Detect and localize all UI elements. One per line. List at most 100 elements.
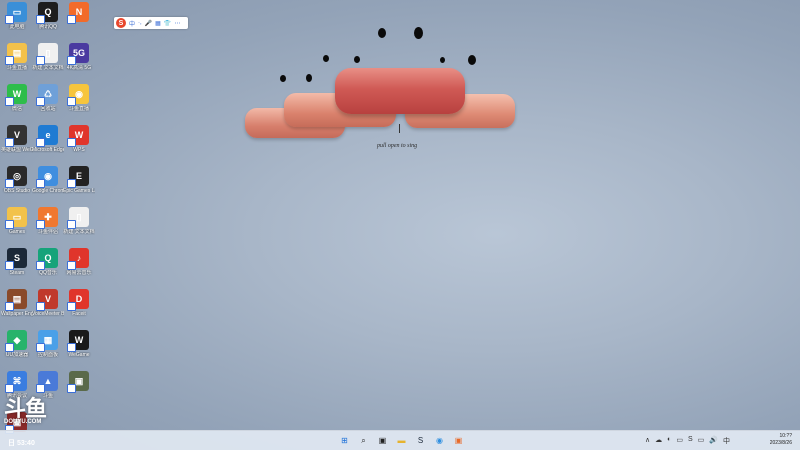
tray-icon[interactable]: ◐ — [667, 436, 671, 446]
desktop-icon-label: 斗鱼直播 — [6, 65, 27, 71]
desktop-icon[interactable]: ▣ — [63, 371, 95, 393]
desktop-icon[interactable]: W WPS — [63, 125, 95, 153]
desktop-icon-image: N — [67, 2, 89, 24]
desktop-icon-image: ▯ — [36, 43, 58, 65]
taskbar-file-explorer-icon[interactable]: ▬ — [395, 434, 408, 447]
mic-icon[interactable]: 🎤 — [145, 20, 152, 27]
desktop-icon-image: ♺ — [36, 84, 58, 106]
taskbar-task-view-icon[interactable]: ▣ — [376, 434, 389, 447]
desktop-icon-image: ◆ — [5, 330, 27, 352]
desktop-icon-label: WeGame — [68, 352, 90, 358]
desktop-icon-image: ⌘ — [5, 371, 27, 393]
skin-icon[interactable]: 👕 — [164, 20, 171, 27]
desktop-icon[interactable]: S Steam — [1, 248, 33, 276]
desktop-icon-label: 微信 — [11, 106, 22, 112]
stream-overlay-text: 日 53:40 — [8, 440, 35, 447]
desktop-icon[interactable]: VVoiceMeeter Banana — [32, 289, 64, 317]
desktop-icon[interactable]: ♺ 回收站 — [32, 84, 64, 112]
desktop-icon-grid: ▭ 此电脑 Q 腾讯QQ N ▤ 斗鱼直播 ▯ 新建 文本文档 5G 4K高清 5G W 微信 ♺ 回收站 ◉… — [0, 0, 100, 434]
mouth-artwork[interactable] — [240, 20, 530, 160]
desktop-icon-label: Games — [8, 229, 26, 235]
pointer-cursor-icon — [399, 124, 400, 133]
desktop-icon-label: 腾讯QQ — [39, 24, 57, 30]
desktop-icon[interactable]: W 微信 — [1, 84, 33, 112]
art-caption: pull open to sing — [377, 143, 418, 149]
taskbar: ⊞ ⌕ ▣ ▬ S ◉ ▣ ∧ ☁ ◐ ▭ S ▭ 🔊 中 10:?? 2023/8/26 日 53:40 — [0, 430, 800, 450]
desktop-icon[interactable]: Q QQ音乐 — [32, 248, 64, 276]
desktop-icon[interactable]: ◎ OBS Studio — [1, 166, 33, 194]
watermark-brand: 斗鱼 — [4, 396, 47, 421]
desktop-icon-image: ◉ — [36, 166, 58, 188]
desktop-icon[interactable]: ▯ 新建 文本文档 — [32, 43, 64, 71]
desktop-icon[interactable]: EEpic Games Launcher — [63, 166, 95, 194]
desktop-icon-label: 新建 文本文档 — [32, 65, 64, 71]
ime-item[interactable]: 中 — [129, 19, 135, 28]
desktop-icon-image: ♪ — [67, 248, 89, 270]
tray-icon[interactable]: ☁ — [655, 436, 662, 446]
taskbar-clock[interactable]: 10:?? 2023/8/26 — [770, 433, 792, 447]
desktop-icon-image: W — [67, 330, 89, 352]
desktop-icon-image: Q — [36, 248, 58, 270]
clock-date: 2023/8/26 — [769, 440, 792, 446]
more-icon[interactable]: ⋯ — [174, 20, 180, 27]
desktop-icon[interactable]: ▭ 此电脑 — [1, 2, 33, 30]
desktop-icon[interactable]: ▲ 斗鱼 — [32, 371, 64, 399]
desktop-icon-image: ✚ — [36, 207, 58, 229]
taskbar-start-icon[interactable]: ⊞ — [338, 434, 351, 447]
tray-icon[interactable]: 中 — [723, 436, 730, 446]
desktop-icon[interactable]: W WeGame — [63, 330, 95, 358]
desktop-icon[interactable]: Q 腾讯QQ — [32, 2, 64, 30]
desktop-icon[interactable]: ▤ 斗鱼直播 — [1, 43, 33, 71]
desktop-icon[interactable]: ▭ Games — [1, 207, 33, 235]
tray-icon[interactable]: 🔊 — [709, 436, 718, 446]
keyboard-icon[interactable]: ▦ — [155, 20, 161, 27]
desktop-icon-label: Microsoft Edge — [32, 147, 64, 153]
ime-toolbar[interactable]: S 中 ·, 🎤 ▦ 👕 ⋯ — [114, 17, 188, 29]
taskbar-chrome-icon[interactable]: ◉ — [433, 434, 446, 447]
tray-icon[interactable]: ▭ — [698, 436, 705, 446]
tray-icon[interactable]: S — [688, 436, 693, 446]
desktop-icon[interactable]: ♪ 网易云音乐 — [63, 248, 95, 276]
desktop-icon-label: Steam — [9, 270, 25, 276]
desktop-icon-label: WPS — [73, 147, 85, 153]
desktop-icon[interactable]: ▤Wallpaper Engine — [1, 289, 33, 317]
desktop-icon-label: VoiceMeeter Banana — [32, 311, 64, 317]
eye-dot — [280, 75, 286, 82]
desktop-icon[interactable]: ✚ 斗鱼伴侣 — [32, 207, 64, 235]
desktop-icon-label: 网易云音乐 — [66, 270, 92, 276]
desktop-icon-label: 此电脑 — [9, 24, 25, 30]
watermark-domain: DOUYU.COM — [4, 419, 42, 425]
desktop-icon-label: 控制面板 — [37, 352, 58, 358]
eye-dot — [378, 28, 386, 38]
taskbar-app-icon[interactable]: ▣ — [452, 434, 465, 447]
taskbar-search-icon[interactable]: ⌕ — [357, 434, 370, 447]
desktop-icon-image: ▤ — [5, 289, 27, 311]
desktop-icon[interactable]: 5G 4K高清 5G — [63, 43, 95, 71]
tray-icon[interactable]: ∧ — [645, 436, 650, 446]
eye-dot — [306, 74, 312, 82]
desktop-icon-label: UU加速器 — [5, 352, 29, 358]
desktop-icon[interactable]: ◉ Google Chrome — [32, 166, 64, 194]
desktop-icon[interactable]: ▯ 新建 文本文档 — [63, 207, 95, 235]
desktop-icon-image: ▣ — [67, 371, 89, 393]
desktop-icon-image: ▭ — [5, 2, 27, 24]
tray-icon[interactable]: ▭ — [676, 436, 683, 446]
desktop-icon-image: ▦ — [36, 330, 58, 352]
desktop-icon-image: W — [67, 125, 89, 147]
lip-top[interactable] — [335, 68, 465, 114]
desktop-icon-image: ▲ — [36, 371, 58, 393]
desktop-icon[interactable]: ▦ 控制面板 — [32, 330, 64, 358]
desktop-icon[interactable]: N — [63, 2, 95, 24]
desktop-icon[interactable]: ⌘ 腾讯会议 — [1, 371, 33, 399]
eye-dot — [354, 56, 360, 63]
ime-logo-icon[interactable]: S — [116, 18, 126, 28]
desktop-icon[interactable]: D Faceit — [63, 289, 95, 317]
desktop-icon-image: D — [67, 289, 89, 311]
desktop-icon[interactable]: ◉ 斗鱼直播 — [63, 84, 95, 112]
ime-item[interactable]: ·, — [138, 20, 142, 26]
taskbar-steam-icon[interactable]: S — [414, 434, 427, 447]
desktop-icon-label: Wallpaper Engine — [1, 311, 33, 317]
desktop-icon[interactable]: V英雄联盟 WeGame版 — [1, 125, 33, 153]
desktop-icon[interactable]: e Microsoft Edge — [32, 125, 64, 153]
desktop-icon[interactable]: ◆ UU加速器 — [1, 330, 33, 358]
